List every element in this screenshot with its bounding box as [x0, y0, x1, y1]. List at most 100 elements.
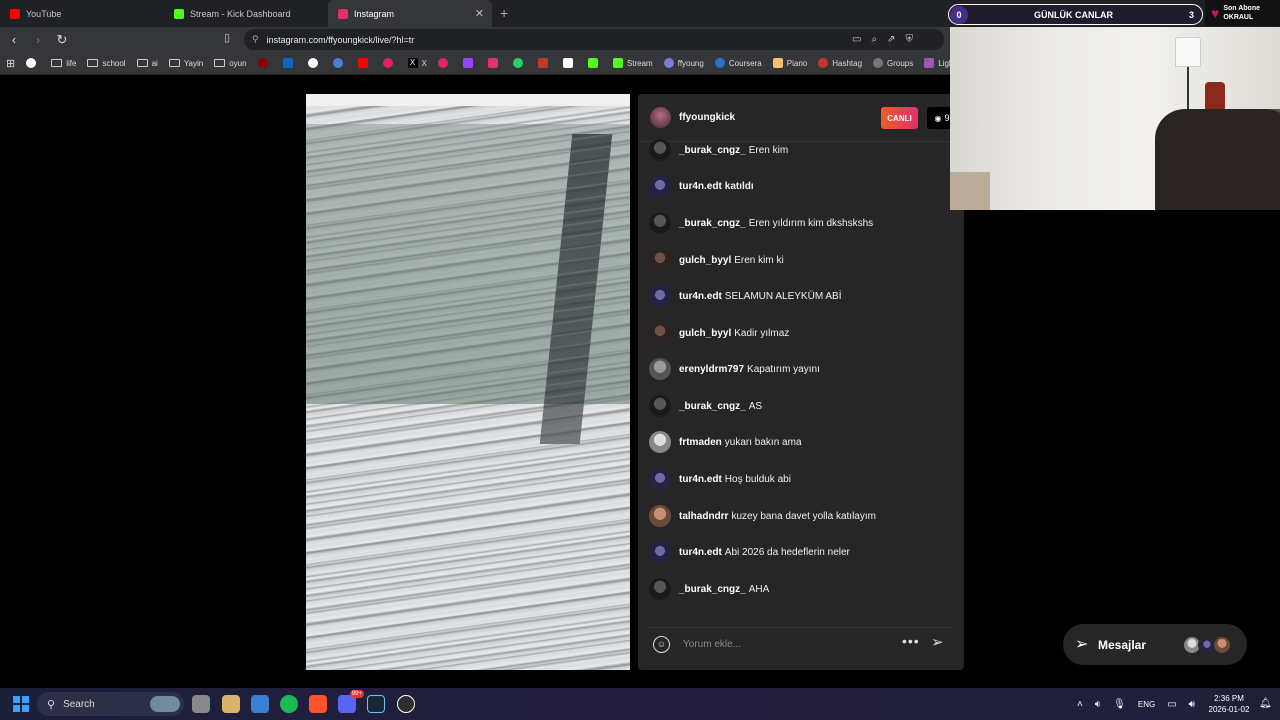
user-avatar[interactable]: [649, 395, 671, 417]
tab-youtube[interactable]: YouTube: [0, 0, 164, 27]
comment-item: _burak_cngz_ AHA: [638, 576, 964, 602]
bookmark-folder-ai[interactable]: ai: [136, 59, 158, 68]
comment-username[interactable]: tur4n.edt: [679, 181, 722, 192]
user-avatar[interactable]: [649, 212, 671, 234]
user-avatar[interactable]: [649, 358, 671, 380]
bookmark-youtube[interactable]: [357, 58, 372, 68]
cast-icon[interactable]: ▭: [852, 34, 861, 45]
bookmark-coursera[interactable]: Coursera: [714, 58, 762, 68]
send-icon[interactable]: ➢: [931, 633, 944, 651]
messages-button[interactable]: ➢ Mesajlar: [1063, 624, 1247, 665]
bookmark-stream[interactable]: Stream: [612, 58, 653, 68]
bookmark-amazon[interactable]: [562, 58, 577, 68]
bookmark-page-icon[interactable]: ▯: [224, 31, 230, 44]
user-avatar[interactable]: [649, 285, 671, 307]
bookmark-x[interactable]: XX: [407, 58, 427, 68]
taskbar-search[interactable]: ⚲ Search: [37, 692, 184, 716]
comment-input[interactable]: [683, 634, 883, 654]
user-avatar[interactable]: [649, 139, 671, 161]
discord-icon[interactable]: 99+: [338, 690, 364, 713]
chevron-up-icon[interactable]: ˄: [1077, 699, 1083, 710]
comment-username[interactable]: gulch_byyl: [679, 255, 731, 266]
more-options-icon[interactable]: •••: [902, 633, 920, 649]
network-icon[interactable]: ▭: [1167, 699, 1176, 710]
apps-grid-icon[interactable]: ⊞: [6, 57, 15, 70]
bookmark-label: school: [102, 58, 126, 68]
user-avatar[interactable]: [649, 505, 671, 527]
site-info-icon[interactable]: ⚲: [252, 34, 259, 45]
user-avatar[interactable]: [649, 249, 671, 271]
user-avatar[interactable]: [649, 175, 671, 197]
brave-icon[interactable]: [309, 695, 327, 713]
bookmark-folder-school[interactable]: school: [87, 58, 126, 68]
steam-icon[interactable]: [367, 695, 385, 713]
comment-username[interactable]: gulch_byyl: [679, 328, 731, 339]
speaker-icon[interactable]: 🔉︎: [1095, 699, 1101, 710]
comment-username[interactable]: frtmaden: [679, 437, 722, 448]
emoji-icon[interactable]: ☺: [653, 636, 670, 653]
bookmark-site[interactable]: [257, 58, 272, 68]
address-bar[interactable]: ⚲ instagram.com/ffyoungkick/live/?hl=tr: [244, 29, 944, 50]
task-view-icon[interactable]: [192, 695, 210, 713]
comment-username[interactable]: erenyldrm797: [679, 364, 744, 375]
back-icon[interactable]: ‹: [4, 32, 24, 47]
comment-username[interactable]: tur4n.edt: [679, 474, 722, 485]
forward-icon[interactable]: ›: [28, 32, 48, 47]
bookmark-google[interactable]: [26, 58, 40, 68]
notification-icon[interactable]: 🔔︎: [1259, 698, 1272, 709]
bookmark-twitch[interactable]: [462, 58, 477, 68]
comment-username[interactable]: tur4n.edt: [679, 291, 722, 302]
new-tab-button[interactable]: +: [500, 0, 508, 27]
bookmark-piano[interactable]: Piano: [772, 58, 807, 68]
tab-kick-dashboard[interactable]: Stream - Kick Dashboard: [164, 0, 328, 27]
bookmark-google-2[interactable]: [307, 58, 322, 68]
share-icon[interactable]: ⇗: [887, 34, 895, 45]
bookmark-ffyoung[interactable]: ffyoung: [663, 58, 704, 68]
bookmark-tumblr[interactable]: [537, 58, 552, 68]
reload-icon[interactable]: ↻: [52, 32, 72, 48]
comment-username[interactable]: _burak_cngz_: [679, 401, 746, 412]
host-username[interactable]: ffyoungkick: [679, 112, 735, 123]
obs-icon[interactable]: [397, 695, 415, 713]
windows-start-icon[interactable]: [13, 696, 29, 712]
search-highlight-icon: [150, 696, 180, 712]
bookmark-folder-life[interactable]: life: [51, 59, 76, 68]
user-avatar[interactable]: [649, 578, 671, 600]
bookmark-kick[interactable]: [587, 58, 602, 68]
user-avatar[interactable]: [649, 431, 671, 453]
taskbar-clock[interactable]: 2:36 PM 2026-01-02: [1205, 693, 1253, 715]
brave-shield-icon[interactable]: ⛨: [905, 34, 913, 45]
comment-username[interactable]: talhadndrr: [679, 511, 728, 522]
bookmark-whatsapp[interactable]: [512, 58, 527, 68]
user-avatar[interactable]: [649, 541, 671, 563]
close-tab-icon[interactable]: ✕: [475, 7, 484, 20]
bookmark-groups[interactable]: Groups: [873, 58, 913, 68]
volume-icon[interactable]: 🔊︎: [1189, 699, 1195, 710]
tab-instagram[interactable]: Instagram ✕: [328, 0, 492, 27]
comment-username[interactable]: _burak_cngz_: [679, 218, 746, 229]
zoom-icon[interactable]: ⌕: [871, 34, 877, 45]
bookmark-linkedin[interactable]: [282, 58, 297, 68]
live-video[interactable]: [306, 94, 630, 670]
clock-time: 2:36 PM: [1214, 694, 1244, 703]
host-avatar[interactable]: [650, 107, 671, 128]
language-indicator[interactable]: ENG: [1138, 700, 1155, 709]
file-explorer-icon[interactable]: [222, 695, 240, 713]
comment-username[interactable]: tur4n.edt: [679, 547, 722, 558]
user-avatar[interactable]: [649, 468, 671, 490]
spotify-icon[interactable]: [280, 695, 298, 713]
bookmark-site-4[interactable]: [437, 58, 452, 68]
comment-body: Eren kim: [748, 144, 789, 156]
bookmark-site-2[interactable]: [332, 58, 347, 68]
comment-username[interactable]: _burak_cngz_: [679, 584, 746, 595]
photos-icon[interactable]: [251, 695, 269, 713]
bookmark-hashtag[interactable]: Hashtag: [818, 58, 862, 68]
overlay-right-count: 3: [1188, 10, 1194, 20]
user-avatar[interactable]: [649, 322, 671, 344]
microphone-icon[interactable]: 🎙︎: [1113, 699, 1126, 710]
comment-username[interactable]: _burak_cngz_: [679, 145, 746, 156]
bookmark-site-3[interactable]: [382, 58, 397, 68]
bookmark-folder-oyun[interactable]: oyun: [214, 59, 247, 68]
bookmark-folder-yayin[interactable]: Yayin: [168, 59, 203, 68]
bookmark-instagram[interactable]: [487, 58, 502, 68]
